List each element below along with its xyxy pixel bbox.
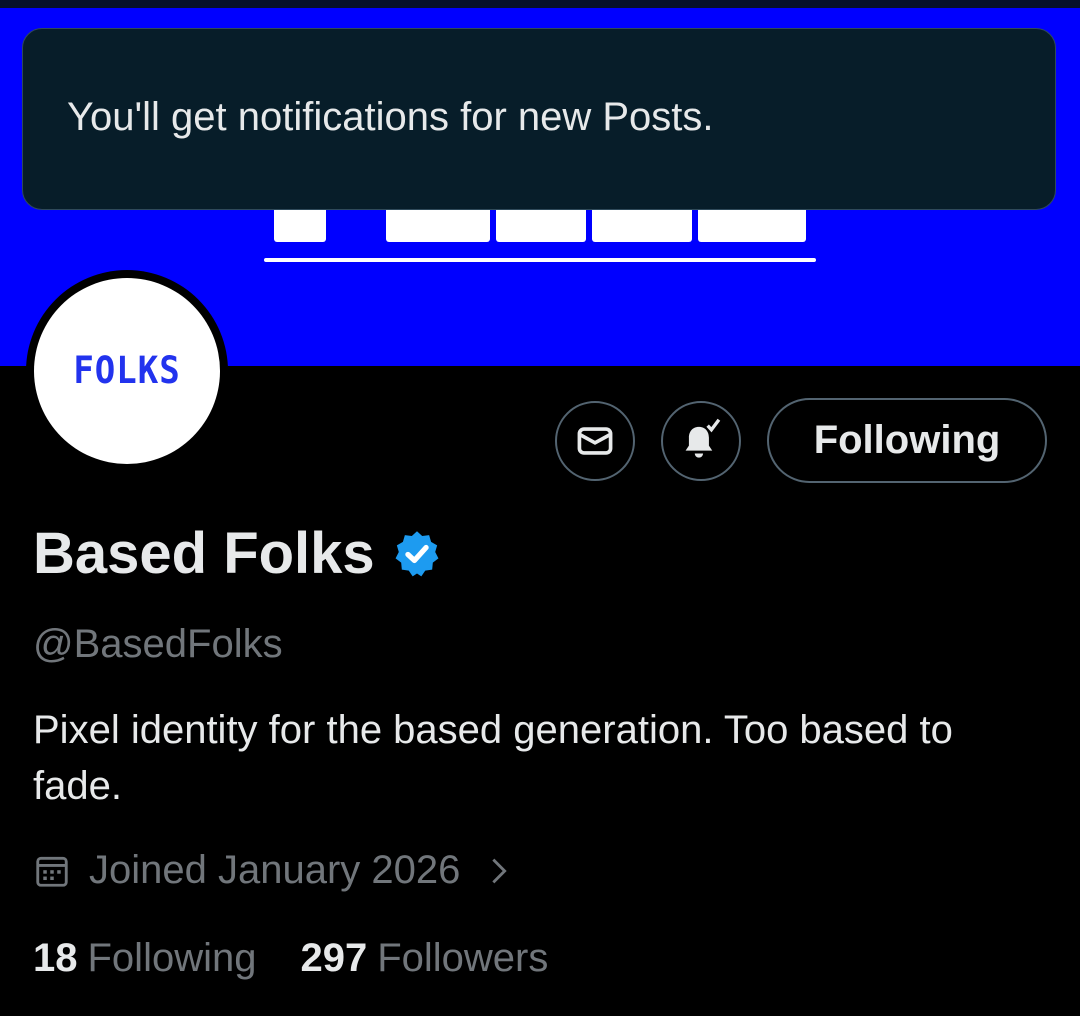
followers-label: Followers <box>377 936 549 980</box>
banner-letter-block <box>698 205 806 242</box>
following-label: Following <box>87 936 257 980</box>
status-strip <box>0 0 1080 8</box>
banner-letter-block <box>386 205 490 242</box>
profile-name: Based Folks <box>33 520 443 587</box>
calendar-icon <box>36 856 68 887</box>
banner-letter-block <box>274 205 326 242</box>
following-count: 18 <box>33 936 78 980</box>
notification-toast: You'll get notifications for new Posts. <box>22 28 1056 210</box>
profile-bio: Pixel identity for the based generation.… <box>33 708 953 808</box>
envelope-icon <box>577 427 613 455</box>
avatar[interactable]: FOLKS <box>26 270 228 472</box>
joined-date-row[interactable]: Joined January 2026 <box>33 848 516 893</box>
joined-date: Joined January 2026 <box>89 848 461 892</box>
profile-handle: @BasedFolks <box>33 622 283 666</box>
followers-stat[interactable]: 297 Followers <box>300 936 548 981</box>
notifications-button[interactable] <box>661 401 741 481</box>
followers-count: 297 <box>300 936 368 980</box>
toast-message: You'll get notifications for new Posts. <box>67 95 714 139</box>
banner-underline <box>264 258 816 262</box>
avatar-logo-text: FOLKS <box>73 349 181 393</box>
bell-check-icon <box>685 418 721 458</box>
follow-stats: 18 Following 297 Followers <box>33 936 548 981</box>
message-button[interactable] <box>555 401 635 481</box>
chevron-right-icon <box>492 858 508 883</box>
banner-letter-block <box>592 205 692 242</box>
avatar-image: FOLKS <box>34 278 220 464</box>
banner-letter-block <box>496 205 586 242</box>
verified-badge-icon[interactable] <box>391 528 443 580</box>
following-button[interactable]: Following <box>767 398 1047 483</box>
following-stat[interactable]: 18 Following <box>33 936 256 981</box>
display-name: Based Folks <box>33 521 375 586</box>
